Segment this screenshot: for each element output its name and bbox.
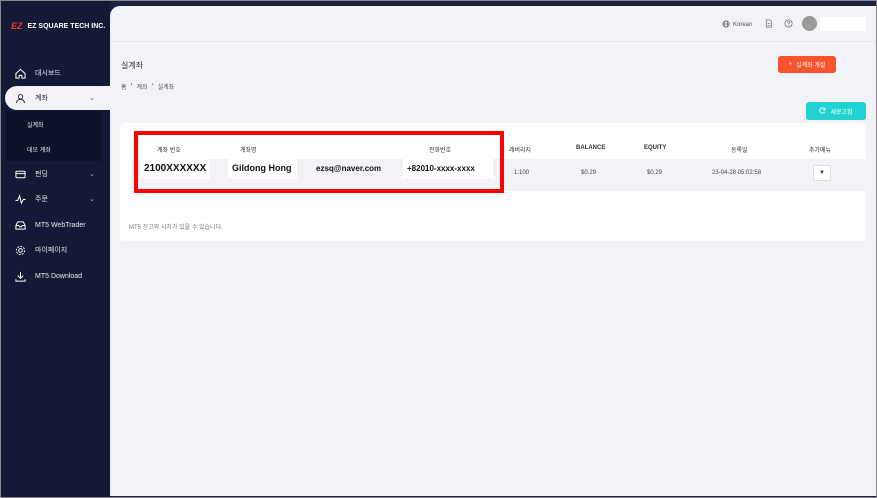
sidebar-item-orders[interactable]: 주문 ⌄ (5, 187, 111, 211)
breadcrumb-account[interactable]: 계좌 (137, 82, 148, 91)
more-menu-button[interactable]: ▼ (813, 165, 831, 181)
tray-icon (13, 218, 27, 232)
refresh-icon (819, 106, 827, 116)
sidebar-item-funding[interactable]: 펀딩 ⌄ (5, 162, 111, 186)
account-submenu: 실계좌 데모 계좌 (5, 111, 101, 161)
chevron-down-icon: ⌄ (89, 95, 95, 102)
cell-registered: 23-04-28 05:02:58 (712, 170, 762, 176)
highlight-box (134, 131, 504, 193)
col-header-registered: 등록일 (731, 148, 748, 154)
language-selector[interactable]: Korean (722, 20, 752, 30)
sidebar-item-mypage[interactable]: 마이페이지 (5, 238, 111, 262)
sidebar-item-mt5-webtrader[interactable]: MT5 WebTrader (5, 213, 111, 237)
sidebar-item-label: 주문 (35, 196, 48, 203)
account-table-card: 계좌 번호 계좌명 전화번호 레버리지 BALANCE EQUITY 등록일 추… (120, 123, 866, 241)
chevron-down-icon: ⌄ (89, 196, 95, 203)
col-header-balance: BALANCE (576, 145, 606, 151)
breadcrumb-current: 실계좌 (157, 85, 175, 91)
open-live-account-button[interactable]: + 실계좌 개설 (778, 56, 836, 73)
gear-icon (13, 243, 27, 257)
breadcrumb-home[interactable]: 홈 (121, 82, 127, 91)
open-live-account-label: 실계좌 개설 (796, 63, 826, 69)
refresh-label: 새로고침 (830, 109, 853, 116)
refresh-button[interactable]: 새로고침 (806, 102, 866, 120)
sidebar-item-account[interactable]: 계좌 ⌄ (5, 86, 111, 110)
help-icon[interactable] (784, 19, 793, 30)
plus-icon: + (788, 61, 793, 68)
main-content: Korean 실계좌 홈 › 계좌 › 실계좌 + 실계좌 개설 새로고침 계좌… (110, 6, 876, 496)
avatar[interactable] (802, 16, 817, 31)
globe-icon (722, 20, 730, 30)
top-bar: Korean (110, 6, 876, 42)
balance-note: MT5 잔고와 시차가 있을 수 있습니다. (129, 225, 223, 231)
logo-mark: EZ (11, 21, 23, 31)
sidebar-item-label: MT5 WebTrader (35, 221, 86, 229)
col-header-equity: EQUITY (644, 145, 667, 151)
home-icon (13, 66, 27, 80)
sidebar-item-label: MT5 Download (35, 272, 83, 280)
sidebar-item-dashboard[interactable]: 대시보드 (5, 61, 111, 85)
chevron-down-icon: ⌄ (89, 171, 95, 178)
sidebar-item-mt5-download[interactable]: MT5 Download (5, 264, 111, 288)
sidebar-item-label: 대시보드 (35, 70, 61, 77)
page-title: 실계좌 (121, 61, 144, 70)
col-header-leverage: 레버리지 (509, 148, 532, 154)
username-box[interactable] (820, 17, 866, 31)
sidebar: EZ EZ SQUARE TECH INC. 대시보드 계좌 ⌄ 실계좌 데모 … (1, 1, 111, 497)
card-icon (13, 167, 27, 181)
breadcrumb-separator: › (130, 82, 133, 88)
logo-text: EZ SQUARE TECH INC. (27, 22, 106, 30)
submenu-item-live-account[interactable]: 실계좌 (27, 120, 44, 129)
cell-leverage: 1:100 (514, 170, 530, 176)
download-icon (13, 269, 27, 283)
user-icon (13, 91, 27, 105)
language-label: Korean (733, 22, 753, 28)
breadcrumb-separator: › (151, 82, 154, 88)
sidebar-item-label: 마이페이지 (35, 247, 68, 254)
col-header-more: 추가메뉴 (809, 148, 832, 154)
logo[interactable]: EZ EZ SQUARE TECH INC. (11, 21, 105, 31)
submenu-item-demo-account[interactable]: 데모 계좌 (27, 145, 51, 154)
sidebar-item-label: 계좌 (35, 95, 48, 102)
cell-equity: $0.29 (647, 170, 663, 176)
breadcrumb: 홈 › 계좌 › 실계좌 (121, 82, 174, 91)
cell-balance: $0.29 (581, 170, 597, 176)
chart-icon (13, 192, 27, 206)
sidebar-item-label: 펀딩 (35, 171, 48, 178)
document-icon[interactable] (765, 19, 773, 30)
